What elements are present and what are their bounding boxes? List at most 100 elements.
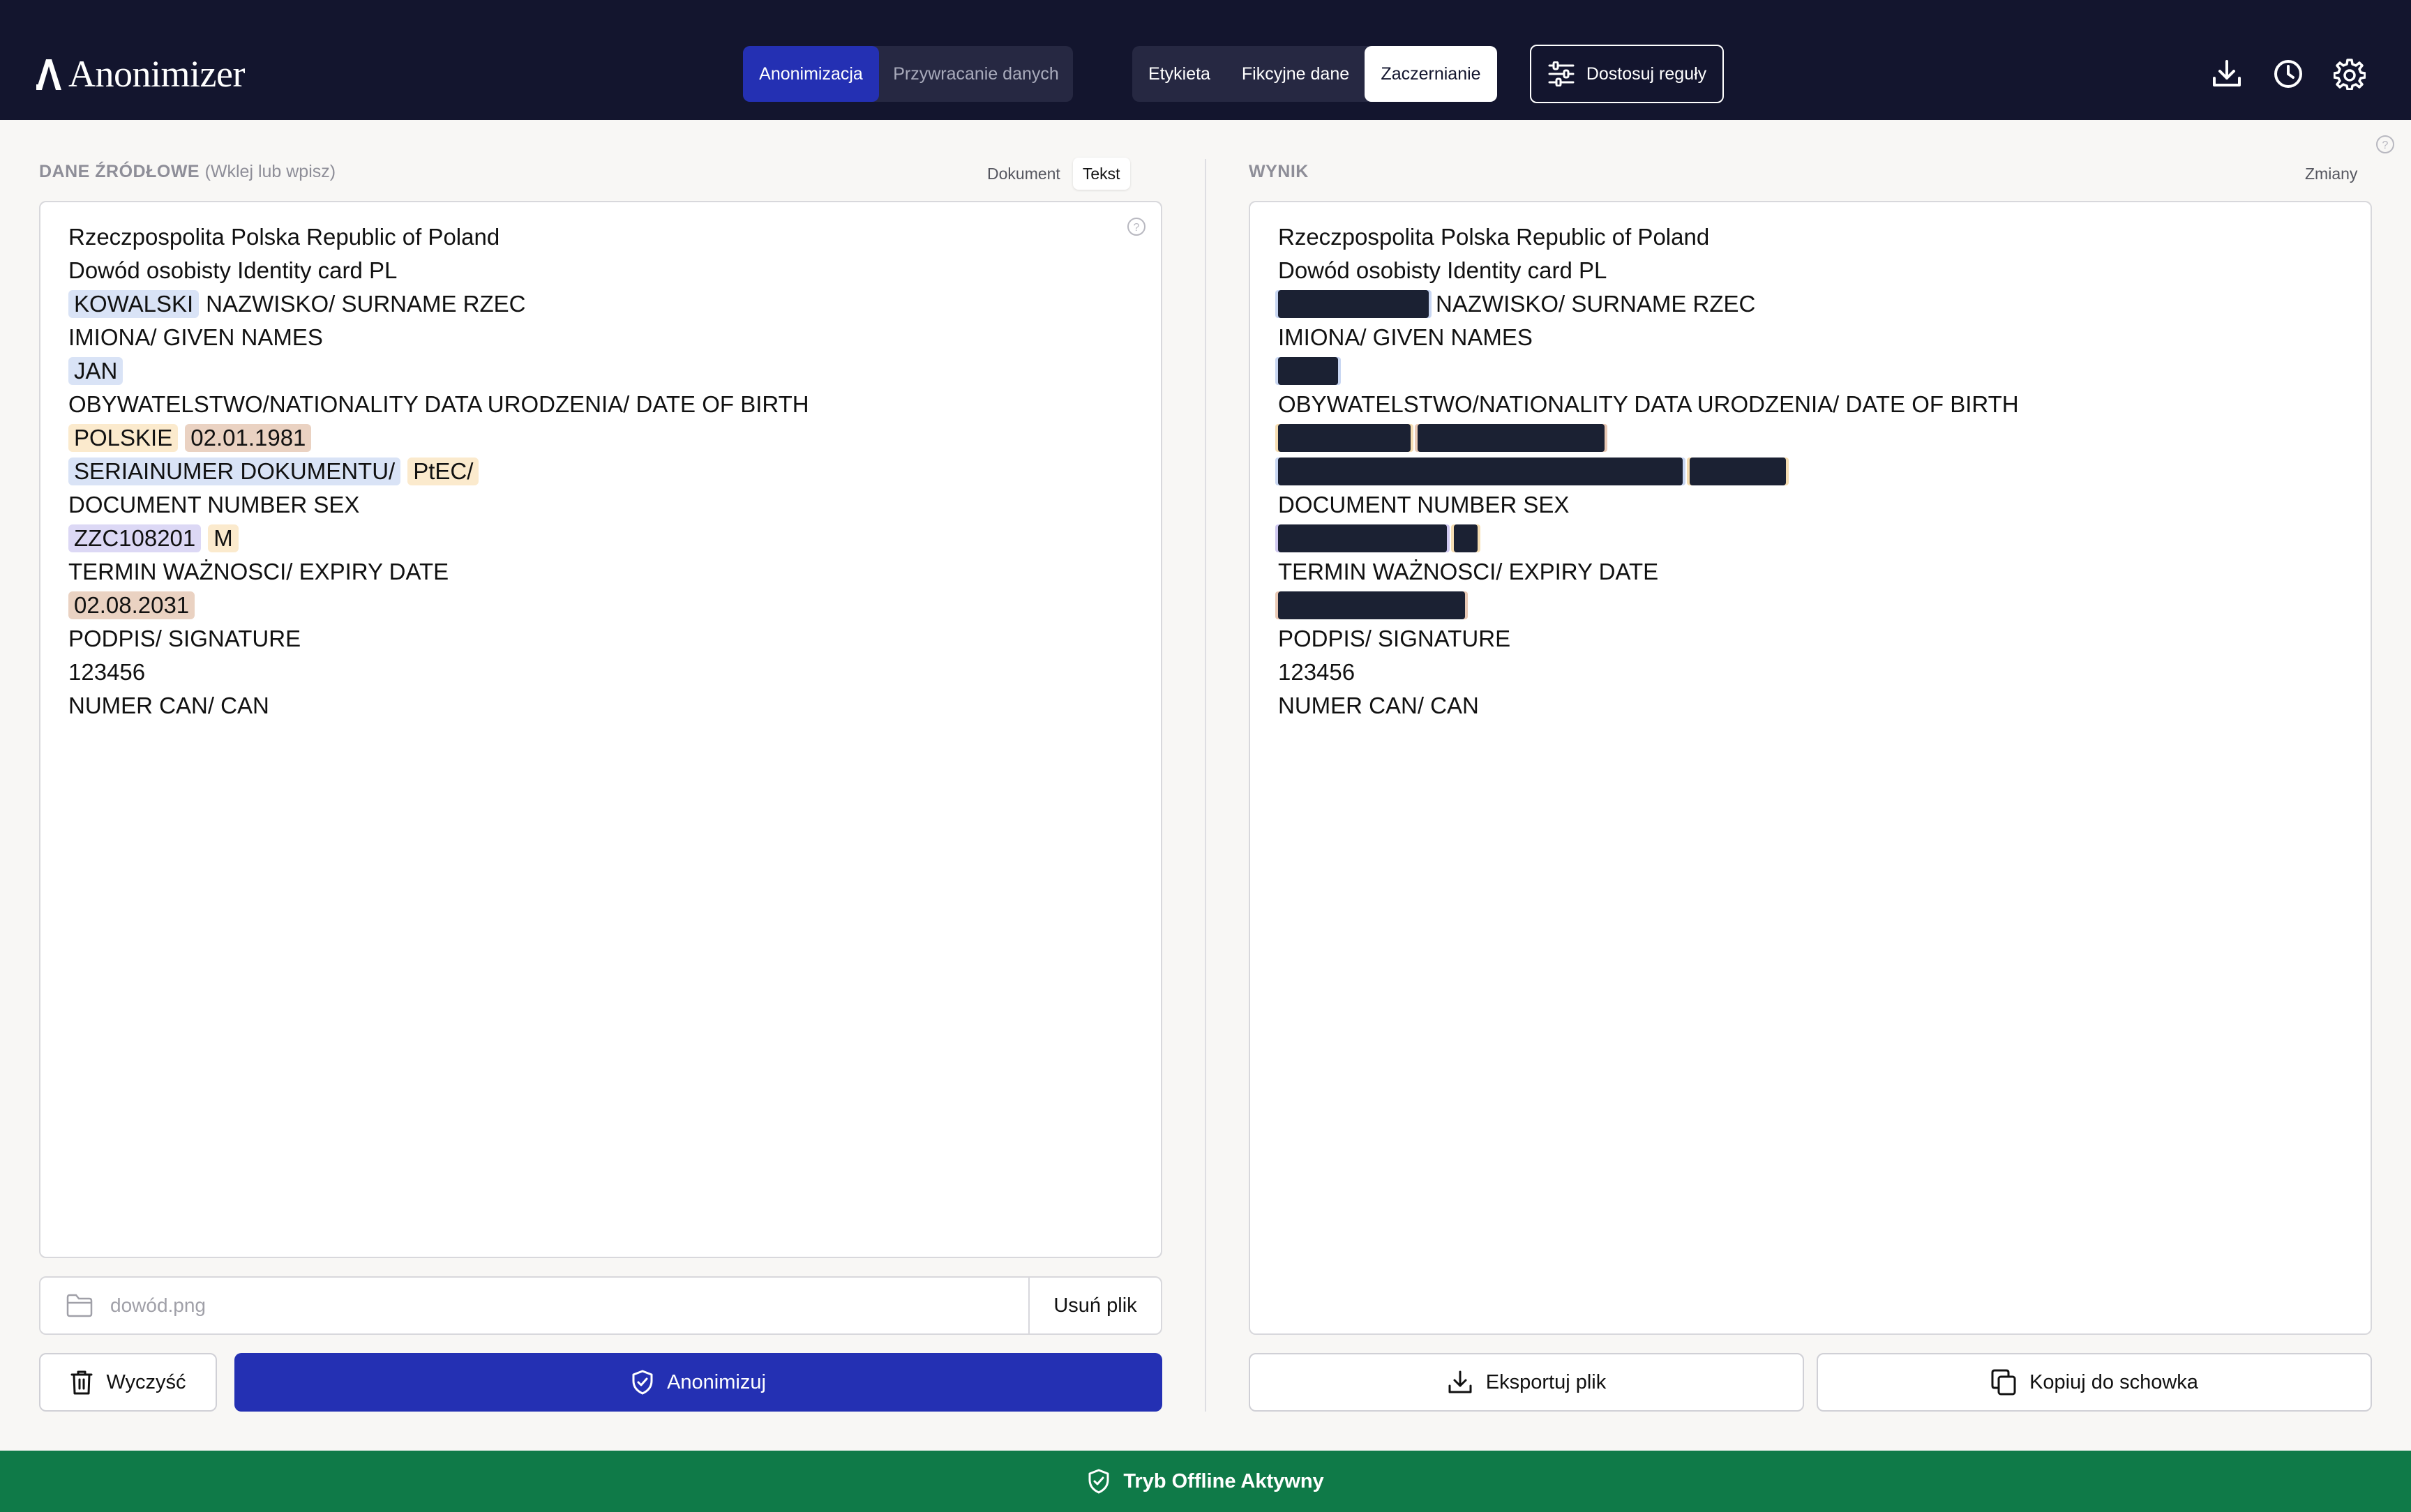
text-segment: OBYWATELSTWO/NATIONALITY DATA URODZENIA/…	[68, 391, 809, 417]
text-line: POLSKIE 02.01.1981	[68, 421, 809, 455]
text-line	[1278, 455, 2019, 488]
text-segment: NUMER CAN/ CAN	[68, 693, 269, 718]
text-line: DOCUMENT NUMBER SEX	[1278, 488, 2019, 522]
redacted-token	[1278, 524, 1447, 552]
toggle-document[interactable]: Dokument	[977, 158, 1070, 190]
text-line: IMIONA/ GIVEN NAMES	[1278, 321, 2019, 354]
settings-icon[interactable]	[2331, 56, 2368, 92]
top-bar: Anonimizer Anonimizacja Przywracanie dan…	[0, 0, 2411, 120]
tab-anonymize[interactable]: Anonimizacja	[743, 46, 879, 102]
redacted-token	[1278, 290, 1429, 318]
offline-status: Tryb Offline Aktywny	[1123, 1469, 1324, 1492]
redacted-token	[1418, 424, 1605, 452]
tab-fake-data[interactable]: Fikcyjne dane	[1226, 46, 1365, 102]
text-line: NUMER CAN/ CAN	[1278, 689, 2019, 723]
text-segment: NUMER CAN/ CAN	[1278, 693, 1479, 718]
text-line: KOWALSKI NAZWISKO/ SURNAME RZEC	[68, 287, 809, 321]
source-label: DANE ŹRÓDŁOWE	[39, 162, 200, 181]
entity-highlight: PtEC/	[407, 458, 479, 485]
text-segment: Dowód osobisty Identity card PL	[1278, 257, 1607, 283]
tab-label[interactable]: Etykieta	[1132, 46, 1226, 102]
text-line: DOCUMENT NUMBER SEX	[68, 488, 809, 522]
text-line	[1278, 589, 2019, 622]
export-file-button[interactable]: Eksportuj plik	[1249, 1353, 1804, 1412]
clear-button[interactable]: Wyczyść	[39, 1353, 217, 1412]
entity-highlight: JAN	[68, 357, 123, 385]
text-line	[1278, 421, 2019, 455]
folder-icon	[66, 1294, 93, 1317]
source-panel-label: DANE ŹRÓDŁOWE (Wklej lub wpisz)	[39, 162, 336, 182]
source-text-area[interactable]: ? Rzeczpospolita Polska Republic of Pola…	[39, 201, 1162, 1258]
app-name: Anonimizer	[68, 53, 245, 95]
text-segment: NAZWISKO/ SURNAME RZEC	[206, 291, 526, 317]
text-segment: NAZWISKO/ SURNAME RZEC	[1436, 291, 1756, 317]
text-segment: DOCUMENT NUMBER SEX	[1278, 492, 1570, 517]
text-line: SERIAINUMER DOKUMENTU/PtEC/	[68, 455, 809, 488]
logo-icon	[36, 59, 61, 90]
redacted-token	[1278, 357, 1338, 385]
help-icon[interactable]: ?	[1126, 216, 1147, 237]
result-text-area: Rzeczpospolita Polska Republic of Poland…	[1249, 201, 2372, 1335]
download-icon	[1448, 1370, 1472, 1393]
source-view-toggle: Dokument Tekst	[977, 158, 1130, 190]
text-line: ZZC108201 M	[68, 522, 809, 555]
redacted-token	[1690, 458, 1786, 485]
text-segment: PODPIS/ SIGNATURE	[1278, 626, 1511, 651]
file-row: dowód.png Usuń plik	[39, 1276, 1162, 1335]
copy-to-clipboard-button[interactable]: Kopiuj do schowka	[1817, 1353, 2372, 1412]
entity-highlight: POLSKIE	[68, 424, 179, 452]
redacted-token	[1278, 424, 1411, 452]
copy-icon	[1991, 1369, 2016, 1396]
clear-label: Wyczyść	[106, 1370, 186, 1393]
anonymize-button[interactable]: Anonimizuj	[234, 1353, 1162, 1412]
entity-highlight: 02.08.2031	[68, 591, 195, 619]
text-line: OBYWATELSTWO/NATIONALITY DATA URODZENIA/…	[68, 388, 809, 421]
text-line: PODPIS/ SIGNATURE	[68, 622, 809, 656]
result-text: Rzeczpospolita Polska Republic of Poland…	[1278, 220, 2019, 723]
remove-file-button[interactable]: Usuń plik	[1028, 1278, 1161, 1333]
status-bar: Tryb Offline Aktywny	[0, 1451, 2411, 1512]
text-line: 123456	[68, 656, 809, 689]
entity-highlight: SERIAINUMER DOKUMENTU/	[68, 458, 401, 485]
help-icon[interactable]: ?	[2375, 134, 2396, 155]
text-line	[1278, 354, 2019, 388]
text-line: NUMER CAN/ CAN	[68, 689, 809, 723]
sliders-icon	[1548, 61, 1575, 86]
text-segment: IMIONA/ GIVEN NAMES	[1278, 324, 1533, 350]
file-name: dowód.png	[110, 1294, 206, 1316]
text-line	[1278, 522, 2019, 555]
shield-check-icon	[632, 1370, 653, 1395]
text-segment: IMIONA/ GIVEN NAMES	[68, 324, 323, 350]
result-label: WYNIK	[1249, 162, 1309, 181]
result-panel-label: WYNIK	[1249, 162, 1309, 182]
redacted-token	[1278, 458, 1683, 485]
svg-text:?: ?	[1134, 222, 1140, 234]
redacted-token	[1454, 524, 1478, 552]
text-line: Rzeczpospolita Polska Republic of Poland	[68, 220, 809, 254]
svg-text:?: ?	[2382, 139, 2389, 151]
customize-rules-button[interactable]: Dostosuj reguły	[1530, 45, 1724, 103]
download-icon[interactable]	[2209, 56, 2245, 92]
entity-highlight: ZZC108201	[68, 524, 202, 552]
text-line: TERMIN WAŻNOSCI/ EXPIRY DATE	[1278, 555, 2019, 589]
redacted-token	[1278, 591, 1465, 619]
trash-icon	[70, 1370, 93, 1395]
tab-blackout[interactable]: Zaczernianie	[1365, 46, 1497, 102]
tab-restore-data[interactable]: Przywracanie danych	[879, 46, 1073, 102]
copy-to-clipboard-label: Kopiuj do schowka	[2029, 1370, 2198, 1393]
anonymize-label: Anonimizuj	[667, 1370, 766, 1393]
text-segment: PODPIS/ SIGNATURE	[68, 626, 301, 651]
toggle-changes[interactable]: Zmiany	[2295, 158, 2367, 190]
text-line: PODPIS/ SIGNATURE	[1278, 622, 2019, 656]
panel-divider	[1205, 159, 1206, 1412]
text-line: Dowód osobisty Identity card PL	[68, 254, 809, 287]
text-segment: TERMIN WAŻNOSCI/ EXPIRY DATE	[68, 559, 449, 584]
entity-highlight: KOWALSKI	[68, 290, 200, 318]
source-hint: (Wklej lub wpisz)	[204, 162, 336, 181]
result-view-toggle: Zmiany	[2295, 158, 2367, 190]
text-line: JAN	[68, 354, 809, 388]
text-segment: 123456	[68, 659, 146, 685]
toggle-text[interactable]: Tekst	[1072, 158, 1130, 190]
history-icon[interactable]	[2270, 56, 2306, 92]
mode-switch: Anonimizacja Przywracanie danych	[743, 46, 1073, 102]
